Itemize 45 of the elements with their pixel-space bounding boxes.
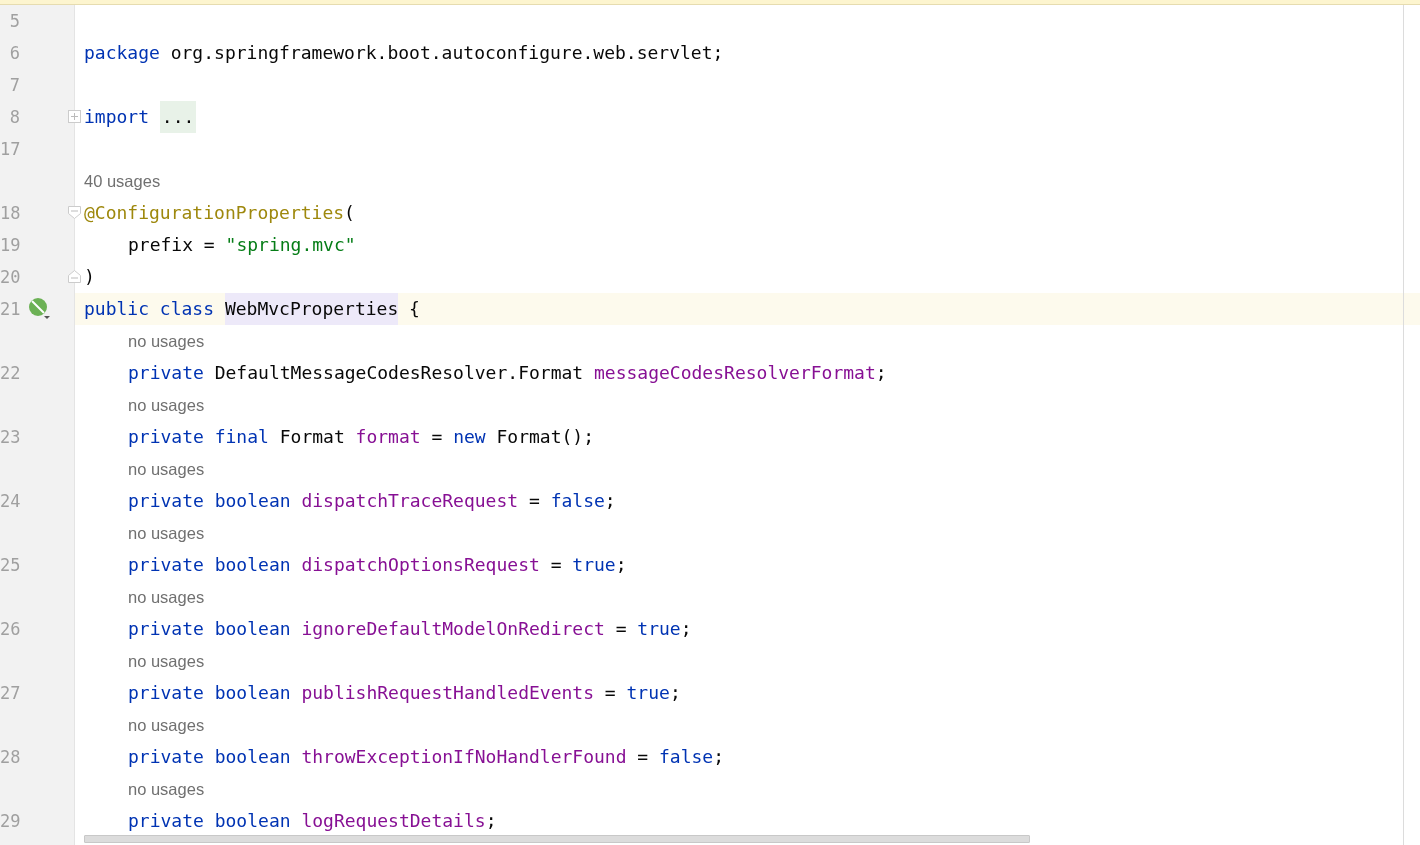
line-number: 8: [8, 107, 20, 127]
code-line: import ...: [84, 101, 197, 133]
fold-icon[interactable]: [68, 110, 81, 123]
line-number: 20: [0, 267, 20, 287]
line-number: 7: [8, 75, 20, 95]
usages-hint[interactable]: no usages: [128, 459, 205, 479]
line-number: 26: [0, 619, 20, 639]
code-line: package org.springframework.boot.autoconfigure.web.servlet;: [84, 41, 724, 65]
usages-hint[interactable]: no usages: [128, 523, 205, 543]
bean-icon[interactable]: [28, 298, 52, 320]
code-line: private DefaultMessageCodesResolver.Format messageCodesResolverFormat;: [128, 361, 887, 385]
line-number: 28: [0, 747, 20, 767]
code-line: public class WebMvcProperties {: [84, 293, 420, 325]
line-number: 17: [0, 139, 20, 159]
code-line: private boolean publishRequestHandledEvents = true;: [128, 681, 681, 705]
line-number: 22: [0, 363, 20, 383]
usages-hint[interactable]: no usages: [128, 651, 205, 671]
line-number: 5: [8, 11, 20, 31]
code-line: prefix = "spring.mvc": [128, 233, 356, 257]
usages-hint[interactable]: no usages: [128, 331, 205, 351]
line-number: 21: [0, 299, 20, 319]
code-line: @ConfigurationProperties(: [84, 201, 355, 225]
code-line: private boolean logRequestDetails;: [128, 809, 497, 833]
line-number: 23: [0, 427, 20, 447]
line-number: 27: [0, 683, 20, 703]
code-line: private boolean throwExceptionIfNoHandlerFound = false;: [128, 745, 725, 769]
line-number: 18: [0, 203, 20, 223]
usages-hint[interactable]: no usages: [128, 715, 205, 735]
line-number: 29: [0, 811, 20, 831]
line-number: 19: [0, 235, 20, 255]
code-line: private final Format format = new Format();: [128, 425, 595, 449]
line-number: 25: [0, 555, 20, 575]
usages-hint[interactable]: no usages: [128, 587, 205, 607]
line-number: 6: [8, 43, 20, 63]
usages-hint[interactable]: 40 usages: [84, 171, 161, 191]
horizontal-scrollbar[interactable]: [84, 835, 1030, 843]
fold-icon[interactable]: [68, 206, 81, 219]
usages-hint[interactable]: no usages: [128, 395, 205, 415]
code-line: ): [84, 265, 95, 289]
code-line: private boolean dispatchTraceRequest = false;: [128, 489, 616, 513]
usages-hint[interactable]: no usages: [128, 779, 205, 799]
code-line: private boolean dispatchOptionsRequest = true;: [128, 553, 627, 577]
line-number: 24: [0, 491, 20, 511]
fold-icon[interactable]: [68, 270, 81, 283]
code-line: private boolean ignoreDefaultModelOnRedirect = true;: [128, 617, 692, 641]
